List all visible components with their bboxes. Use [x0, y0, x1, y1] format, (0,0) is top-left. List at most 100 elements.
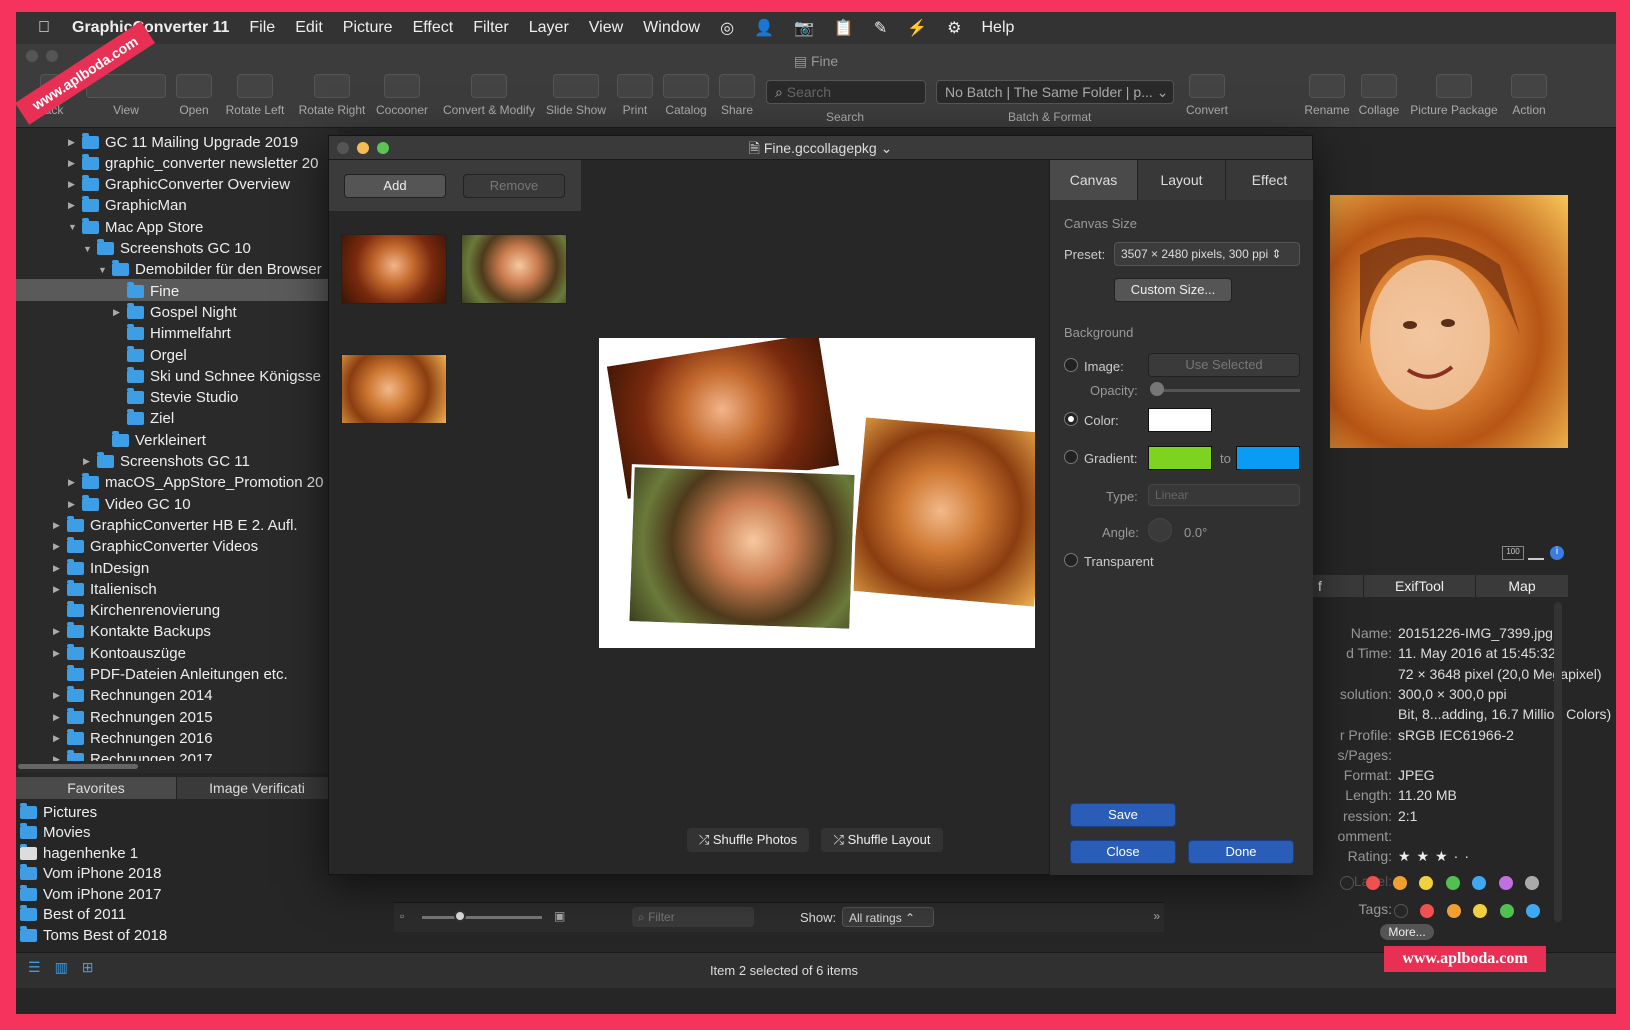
large-thumb-icon[interactable]: ▣ [554, 909, 565, 923]
photo-thumbnail-1[interactable] [341, 234, 447, 304]
color-radio[interactable] [1064, 412, 1078, 426]
no-label-icon[interactable] [1340, 876, 1354, 890]
favorite-item[interactable]: Movies [20, 823, 91, 843]
tree-item[interactable]: ▼ Demobilder für den Browser [98, 259, 322, 281]
tree-item[interactable]: ▶ Kontakte Backups [53, 621, 211, 643]
tree-item[interactable]: ▶ GraphicConverter HB E 2. Aufl. [53, 514, 298, 536]
tree-item[interactable]: Orgel [113, 344, 187, 366]
tag-color-dot[interactable] [1446, 904, 1461, 918]
info-scrollbar[interactable] [1554, 602, 1562, 922]
tree-item[interactable]: ▶ graphic_converter newsletter 20 [68, 152, 318, 174]
remove-button[interactable]: Remove [463, 174, 565, 198]
disclosure-right-icon[interactable]: ▶ [83, 456, 95, 467]
collage-photo-2[interactable] [847, 414, 1035, 610]
tree-scrollbar[interactable] [16, 761, 338, 771]
search-input[interactable]: ⌕ Search [766, 80, 926, 104]
dialog-close-dot[interactable] [337, 142, 349, 154]
tree-item[interactable]: ▼ Screenshots GC 10 [83, 238, 251, 260]
tree-item[interactable]: ▶ GC 11 Mailing Upgrade 2019 [68, 131, 298, 153]
disclosure-right-icon[interactable]: ▶ [53, 520, 65, 531]
tab-effect[interactable]: Effect [1226, 160, 1313, 200]
shuffle-photos-button[interactable]: ⤮ Shuffle Photos [687, 828, 809, 852]
disclosure-down-icon[interactable]: ▼ [68, 222, 80, 232]
picture-package-button[interactable]: Picture Package [1406, 74, 1502, 117]
target-icon[interactable]: ◎ [720, 18, 734, 38]
rating-stars[interactable]: ★★★·· [1398, 848, 1475, 868]
more-button[interactable]: More... [1380, 924, 1434, 940]
add-button[interactable]: Add [344, 174, 446, 198]
gradient-radio[interactable] [1064, 450, 1078, 464]
done-button[interactable]: Done [1188, 840, 1294, 864]
collage-photo-3[interactable] [626, 464, 858, 632]
disclosure-down-icon[interactable]: ▼ [83, 244, 95, 254]
tree-item[interactable]: ▶ Rechnungen 2016 [53, 727, 213, 749]
disclosure-right-icon[interactable]: ▶ [68, 179, 80, 190]
thumb-size-slider[interactable] [422, 916, 542, 919]
tree-item[interactable]: ▶ InDesign [53, 557, 149, 579]
tag-color-dot[interactable] [1473, 904, 1487, 918]
menu-app-name[interactable]: GraphicConverter 11 [72, 19, 229, 37]
disclosure-right-icon[interactable]: ▶ [68, 137, 80, 148]
menu-window[interactable]: Window [643, 19, 700, 37]
tab-image-verification[interactable]: Image Verificati [177, 777, 338, 799]
chevron-right-icon[interactable]: » [1153, 909, 1160, 923]
disclosure-right-icon[interactable]: ▶ [53, 563, 65, 574]
action-button[interactable]: Action [1504, 74, 1554, 117]
batch-select[interactable]: No Batch | The Same Folder | p... ⌄ [936, 80, 1174, 104]
catalog-button[interactable]: Catalog [660, 74, 712, 117]
print-button[interactable]: Print [616, 74, 654, 117]
tree-item[interactable]: ▶ Rechnungen 2015 [53, 706, 213, 728]
tree-item[interactable]: Ski und Schnee Königsse [113, 365, 321, 387]
tree-item[interactable]: ▶ Gospel Night [113, 301, 237, 323]
label-color-dot[interactable] [1472, 876, 1486, 890]
menu-edit[interactable]: Edit [295, 19, 323, 37]
menu-picture[interactable]: Picture [343, 19, 393, 37]
transparent-radio[interactable] [1064, 553, 1078, 567]
slide-show-button[interactable]: Slide Show [543, 74, 609, 117]
type-select[interactable]: Linear [1148, 484, 1300, 506]
tree-item[interactable]: ▶ macOS_AppStore_Promotion 20 [68, 472, 323, 494]
disclosure-right-icon[interactable]: ▶ [53, 712, 65, 723]
angle-dial[interactable] [1148, 518, 1172, 542]
menu-layer[interactable]: Layer [529, 19, 569, 37]
disclosure-right-icon[interactable]: ▶ [53, 648, 65, 659]
histogram-icon[interactable] [1528, 546, 1544, 560]
shuffle-layout-button[interactable]: ⤮ Shuffle Layout [821, 828, 943, 852]
tree-item[interactable]: Himmelfahrt [113, 323, 231, 345]
disclosure-right-icon[interactable]: ▶ [113, 307, 125, 318]
clipboard-icon[interactable]: 📋 [834, 18, 854, 38]
zoom-100-icon[interactable]: 100 [1502, 546, 1524, 560]
favorite-item[interactable]: Vom iPhone 2017 [20, 884, 161, 904]
background-color-well[interactable] [1148, 408, 1212, 432]
cocooner-button[interactable]: Cocooner [372, 74, 432, 117]
opacity-slider[interactable] [1154, 389, 1300, 392]
filter-input[interactable]: ⌕ Filter [632, 907, 754, 927]
convert-modify-button[interactable]: Convert & Modify [436, 74, 542, 117]
tree-item[interactable]: Fine [113, 280, 179, 302]
tag-color-dot[interactable] [1526, 904, 1540, 918]
disclosure-right-icon[interactable]: ▶ [53, 733, 65, 744]
disclosure-right-icon[interactable]: ▶ [53, 626, 65, 637]
custom-size-button[interactable]: Custom Size... [1114, 278, 1232, 302]
tree-item[interactable]: ▶ Video GC 10 [68, 493, 191, 515]
label-color-dot[interactable] [1498, 876, 1513, 890]
close-button[interactable]: Close [1070, 840, 1176, 864]
bolt-icon[interactable]: ⚡ [907, 18, 927, 38]
no-tag-icon[interactable] [1394, 904, 1408, 918]
close-window-button[interactable] [26, 50, 38, 62]
minimize-window-button[interactable] [46, 50, 58, 62]
tree-item[interactable]: Ziel [113, 408, 174, 430]
tree-item[interactable]: ▶ GraphicConverter Overview [68, 174, 290, 196]
info-icon[interactable]: i [1550, 546, 1564, 560]
open-button[interactable]: Open [174, 74, 214, 117]
disclosure-right-icon[interactable]: ▶ [68, 477, 80, 488]
use-selected-button[interactable]: Use Selected [1148, 353, 1300, 377]
label-color-dot[interactable] [1392, 876, 1407, 890]
menu-help[interactable]: Help [981, 19, 1014, 37]
disclosure-right-icon[interactable]: ▶ [68, 499, 80, 510]
label-color-dot[interactable] [1366, 876, 1380, 890]
rotate-left-button[interactable]: Rotate Left [220, 74, 290, 117]
slider-knob[interactable] [454, 910, 466, 922]
tree-item[interactable]: ▶ Italienisch [53, 578, 157, 600]
dropper-icon[interactable]: ✎ [874, 18, 887, 38]
